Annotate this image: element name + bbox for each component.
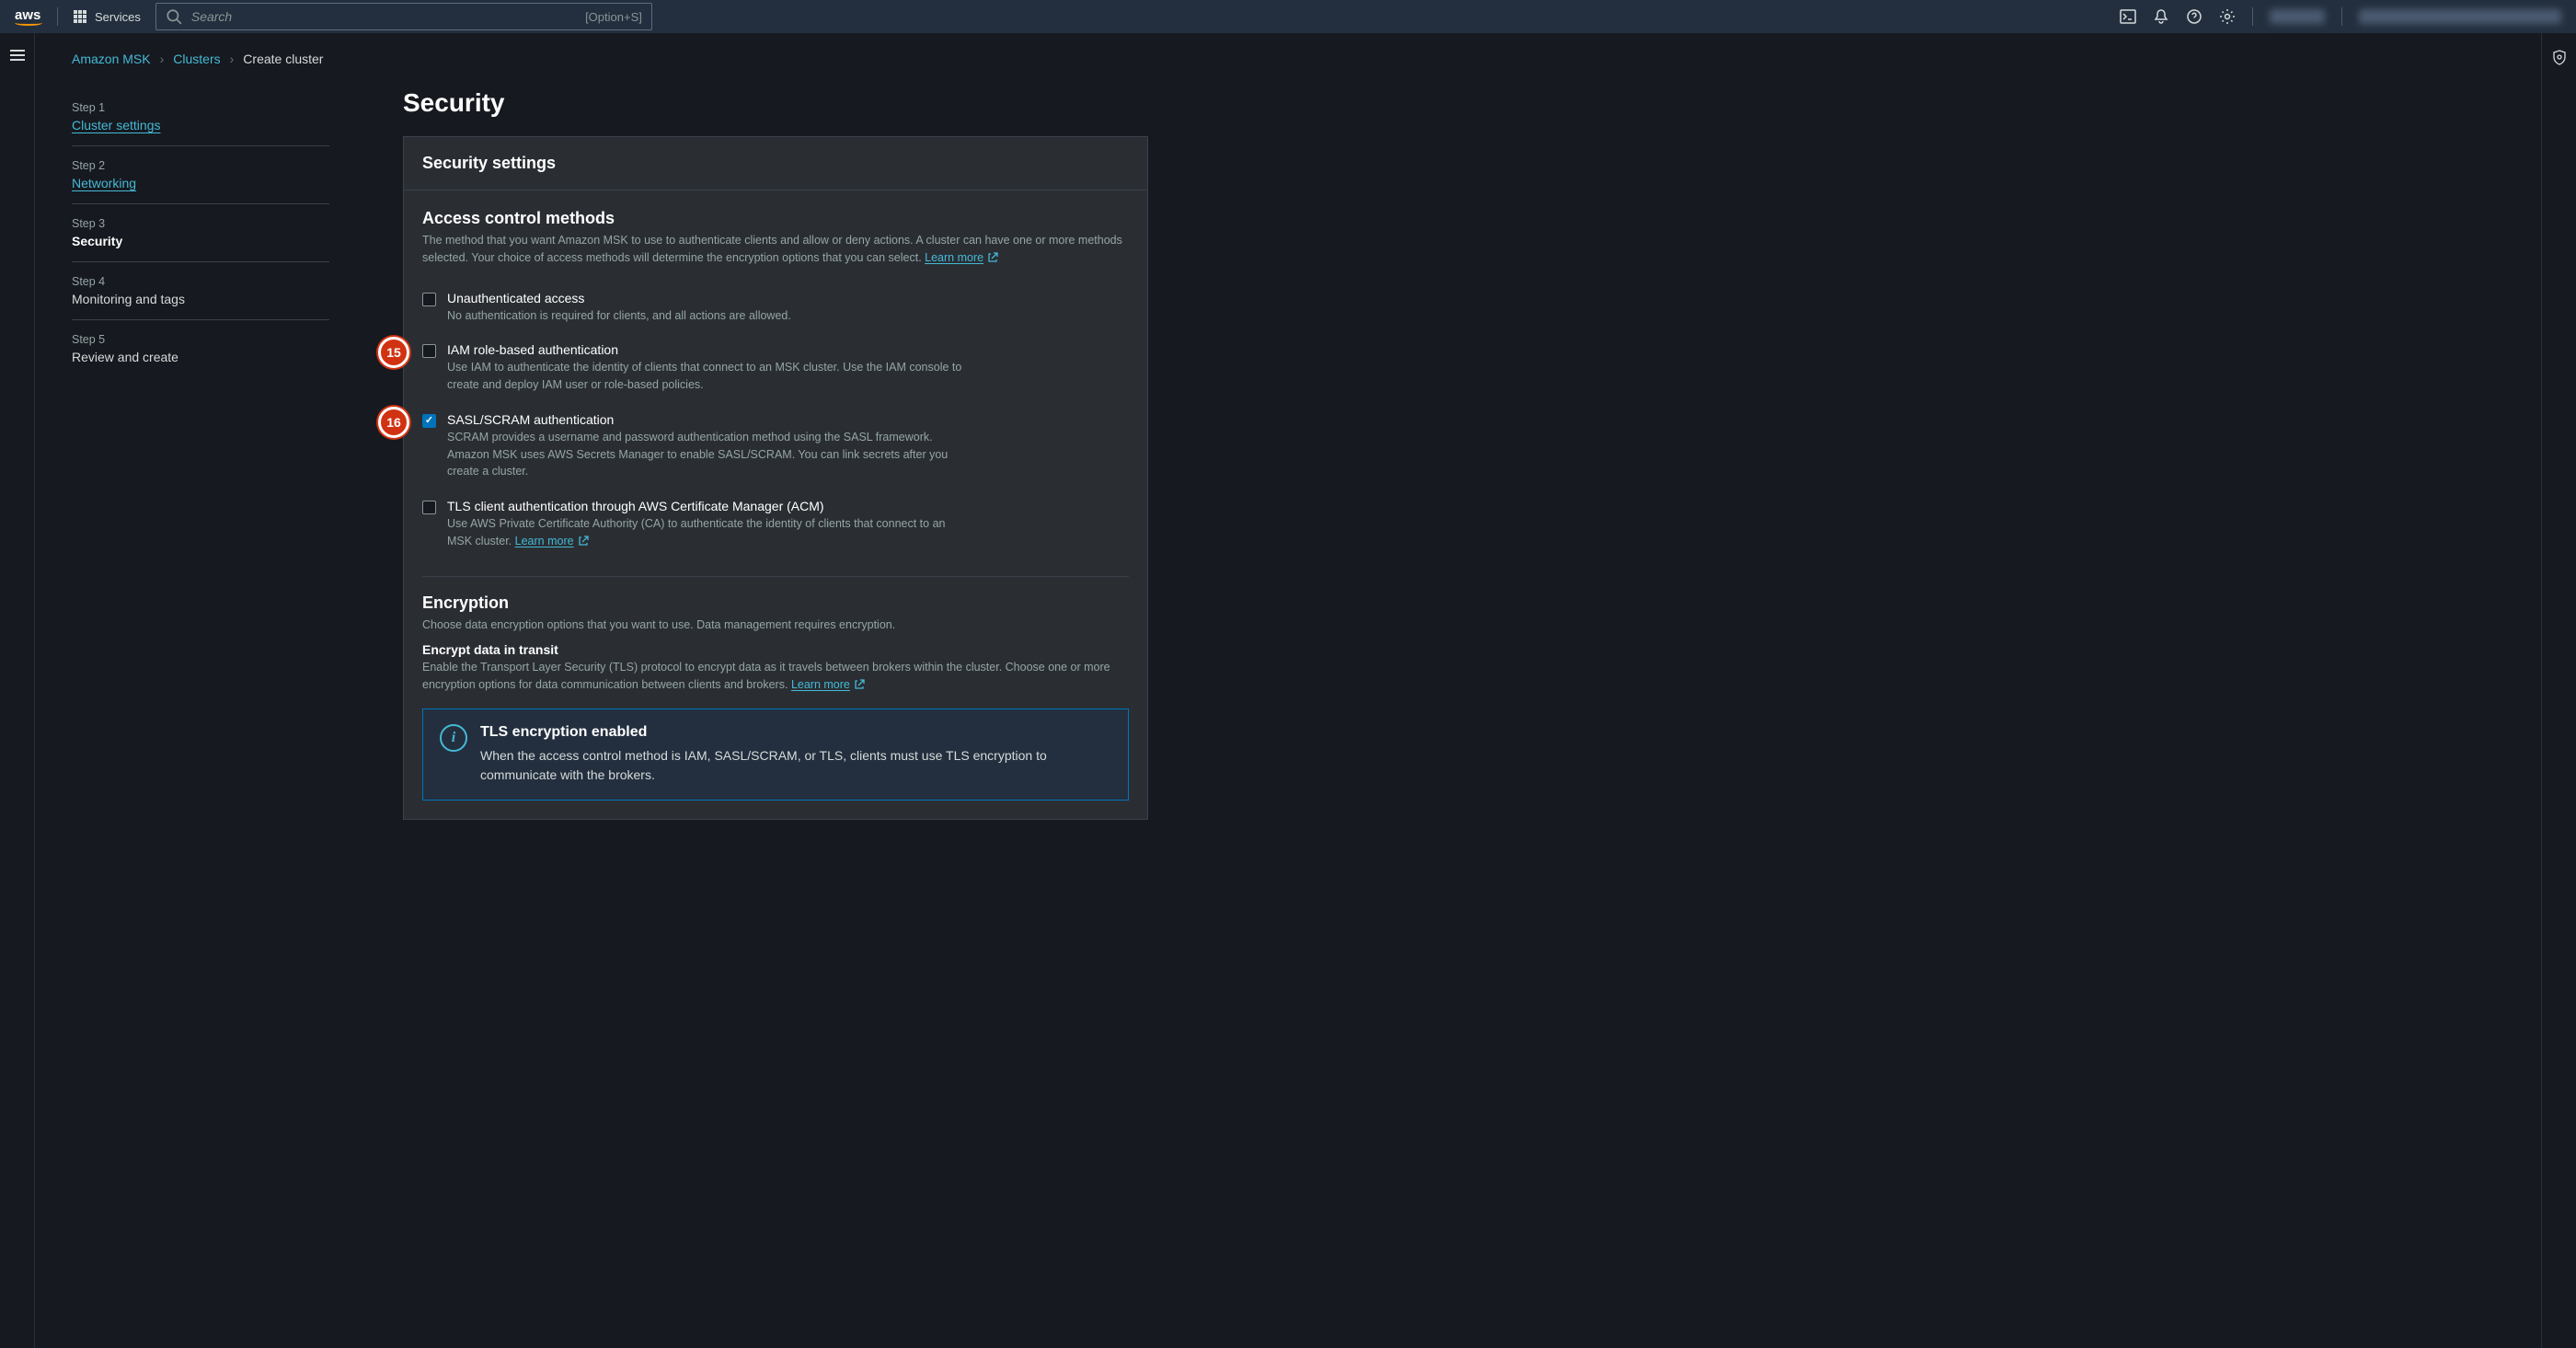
checkbox-desc: Use AWS Private Certificate Authority (C… (447, 515, 962, 550)
search-shortcut-hint: [Option+S] (585, 10, 642, 24)
access-section-desc: The method that you want Amazon MSK to u… (422, 232, 1129, 267)
checkbox-sasl-scram: 16 SASL/SCRAM authentication SCRAM provi… (422, 403, 1129, 490)
chevron-right-icon: › (230, 52, 235, 66)
external-link-icon (578, 536, 589, 547)
search-icon (166, 8, 182, 25)
breadcrumb-link-msk[interactable]: Amazon MSK (72, 52, 151, 66)
step-review: Step 5 Review and create (72, 320, 329, 377)
shield-icon[interactable] (2551, 50, 2568, 66)
checkbox-input[interactable] (422, 293, 436, 306)
checkbox-input[interactable] (422, 414, 436, 428)
checkbox-iam: 15 IAM role-based authentication Use IAM… (422, 333, 1129, 403)
wizard-steps: Step 1 Cluster settings Step 2 Networkin… (72, 88, 329, 820)
aws-logo[interactable]: aws (15, 8, 42, 26)
info-title: TLS encryption enabled (480, 724, 1111, 741)
left-rail (0, 33, 35, 1348)
info-icon: i (440, 724, 467, 752)
callout-badge: 16 (378, 407, 409, 438)
tls-info-box: i TLS encryption enabled When the access… (422, 709, 1129, 801)
checkbox-tls-acm: TLS client authentication through AWS Ce… (422, 490, 1129, 559)
access-section-title: Access control methods (422, 209, 1129, 228)
checkbox-label: IAM role-based authentication (447, 342, 962, 357)
checkbox-desc: Use IAM to authenticate the identity of … (447, 359, 962, 394)
checkbox-input[interactable] (422, 344, 436, 358)
step-monitoring: Step 4 Monitoring and tags (72, 262, 329, 320)
grid-icon (73, 9, 87, 24)
panel-title: Security settings (422, 154, 1129, 173)
bell-icon[interactable] (2153, 8, 2169, 25)
services-label: Services (95, 10, 141, 24)
breadcrumb-current: Create cluster (243, 52, 323, 66)
checkbox-unauthenticated: Unauthenticated access No authentication… (422, 282, 1129, 334)
right-rail (2541, 33, 2576, 1348)
encryption-learn-more-link[interactable]: Learn more (791, 676, 865, 694)
security-panel: Security settings Access control methods… (403, 136, 1148, 820)
callout-badge: 15 (378, 337, 409, 368)
tls-learn-more-link[interactable]: Learn more (515, 533, 589, 550)
checkbox-label: SASL/SCRAM authentication (447, 412, 962, 427)
page-title: Security (403, 88, 1148, 118)
step-security: Step 3 Security (72, 204, 329, 262)
panel-header: Security settings (404, 137, 1147, 190)
external-link-icon (987, 252, 998, 263)
cloudshell-icon[interactable] (2120, 8, 2136, 25)
checkbox-desc: No authentication is required for client… (447, 307, 791, 325)
checkbox-input[interactable] (422, 501, 436, 514)
account-menu[interactable] (2359, 9, 2561, 24)
encrypt-transit-desc: Enable the Transport Layer Security (TLS… (422, 659, 1129, 694)
checkbox-label: TLS client authentication through AWS Ce… (447, 499, 962, 513)
search-box[interactable]: [Option+S] (155, 3, 652, 30)
help-icon[interactable] (2186, 8, 2202, 25)
search-input[interactable] (191, 9, 576, 24)
chevron-right-icon: › (160, 52, 165, 66)
step-cluster-settings[interactable]: Step 1 Cluster settings (72, 88, 329, 146)
breadcrumb: Amazon MSK › Clusters › Create cluster (72, 52, 1102, 66)
info-desc: When the access control method is IAM, S… (480, 746, 1111, 785)
step-networking[interactable]: Step 2 Networking (72, 146, 329, 204)
breadcrumb-link-clusters[interactable]: Clusters (173, 52, 220, 66)
checkbox-desc: SCRAM provides a username and password a… (447, 429, 962, 480)
top-header: aws Services [Option+S] (0, 0, 2576, 33)
services-menu-button[interactable]: Services (73, 9, 141, 24)
encrypt-transit-title: Encrypt data in transit (422, 642, 1129, 657)
encryption-section-title: Encryption (422, 593, 1129, 613)
region-selector[interactable] (2270, 9, 2325, 24)
checkbox-label: Unauthenticated access (447, 291, 791, 305)
external-link-icon (854, 679, 865, 690)
gear-icon[interactable] (2219, 8, 2236, 25)
encryption-section-desc: Choose data encryption options that you … (422, 616, 1129, 634)
hamburger-icon[interactable] (10, 50, 25, 61)
access-learn-more-link[interactable]: Learn more (925, 249, 998, 267)
